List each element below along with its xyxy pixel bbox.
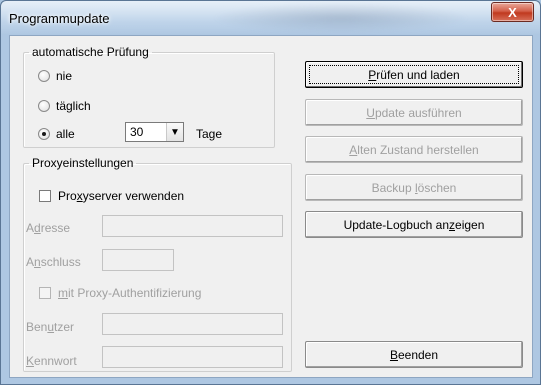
delete-backup-label: Backup löschen (371, 180, 457, 195)
window-title: Programmupdate (9, 11, 110, 26)
port-label: Anschluss (26, 255, 81, 269)
restore-state-label: Alten Zustand herstellen (349, 142, 479, 157)
quit-button[interactable]: Beenden (305, 341, 523, 368)
proxy-settings-legend: Proxyeinstellungen (32, 156, 134, 170)
proxy-auth-checkbox-row[interactable]: mit Proxy-Authentifizierung (39, 286, 201, 300)
auto-check-legend: automatische Prüfung (32, 45, 149, 59)
close-button[interactable]: X (491, 2, 534, 22)
use-proxy-checkbox-row[interactable]: Proxyserver verwenden (39, 189, 184, 203)
radio-daily-circle[interactable] (38, 100, 50, 112)
radio-every-label: alle (56, 127, 75, 141)
days-unit-label: Tage (196, 127, 223, 141)
radio-daily-label: täglich (56, 99, 91, 113)
user-input[interactable] (102, 313, 283, 335)
blurred-background-text (211, 3, 471, 33)
close-icon: X (508, 4, 517, 20)
run-update-label: Update ausführen (366, 105, 462, 120)
address-label: Adresse (26, 221, 71, 235)
port-input[interactable] (102, 249, 174, 271)
use-proxy-checkbox[interactable] (39, 190, 51, 202)
radio-never-label: nie (56, 69, 73, 83)
proxy-auth-label: mit Proxy-Authentifizierung (58, 286, 202, 300)
dialog-window: Programmupdate X automatische Prüfung ni… (0, 0, 541, 385)
check-and-load-button[interactable]: Prüfen und laden (305, 61, 523, 88)
radio-every-circle[interactable] (38, 128, 50, 140)
password-label: Kennwort (26, 354, 77, 368)
radio-never[interactable]: nie (38, 69, 72, 83)
title-bar[interactable]: Programmupdate X (1, 1, 540, 35)
radio-daily[interactable]: täglich (38, 99, 91, 113)
radio-every[interactable]: alle (38, 127, 75, 141)
check-and-load-label: Prüfen und laden (368, 67, 460, 82)
password-input[interactable] (102, 346, 283, 368)
user-label: Benutzer (26, 320, 75, 334)
show-update-log-button[interactable]: Update-Logbuch anzeigen (305, 211, 523, 238)
delete-backup-button[interactable]: Backup löschen (305, 174, 523, 201)
address-input[interactable] (102, 215, 283, 237)
chevron-down-icon[interactable]: ▼ (166, 123, 183, 141)
run-update-button[interactable]: Update ausführen (305, 99, 523, 126)
show-update-log-label: Update-Logbuch anzeigen (343, 217, 485, 232)
quit-label: Beenden (389, 347, 439, 362)
days-select-value: 30 (130, 125, 144, 139)
dialog-client-area: automatische Prüfung nie täglich alle 30… (9, 35, 533, 378)
days-select[interactable]: 30 ▼ (125, 122, 184, 142)
use-proxy-label: Proxyserver verwenden (58, 189, 185, 203)
restore-state-button[interactable]: Alten Zustand herstellen (305, 136, 523, 163)
proxy-auth-checkbox[interactable] (39, 287, 51, 299)
radio-never-circle[interactable] (38, 70, 50, 82)
